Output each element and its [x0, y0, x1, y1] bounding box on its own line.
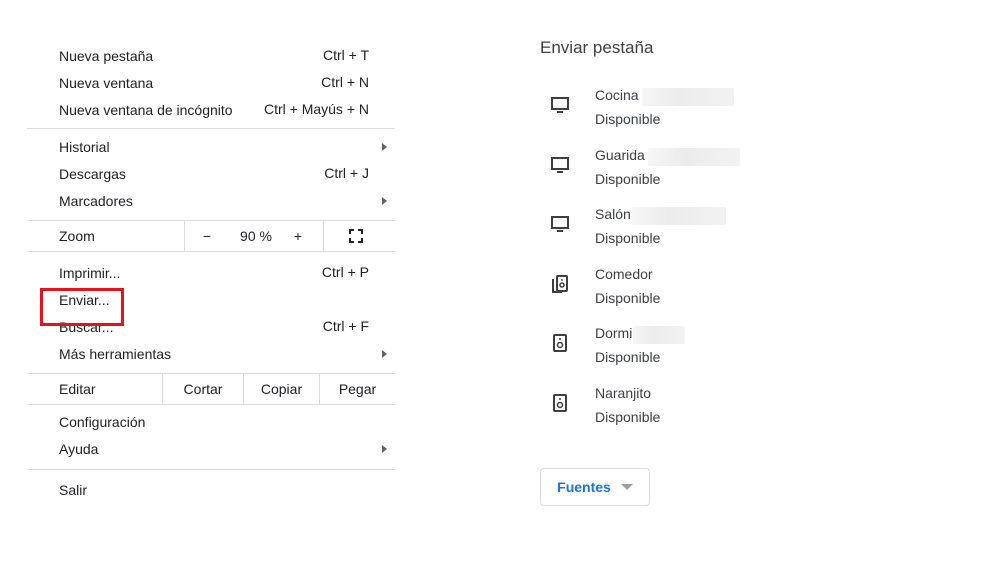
device-name: Dormi	[595, 325, 633, 342]
zoom-in-button[interactable]: +	[288, 221, 308, 251]
device-name: Naranjito	[595, 384, 652, 401]
speaker-icon	[553, 334, 567, 353]
sources-button-label: Fuentes	[557, 479, 611, 495]
menu-item-label: Enviar...	[59, 291, 110, 308]
menu-item-settings[interactable]: Configuración	[27, 408, 395, 435]
menu-item-new-tab[interactable]: Nueva pestaña Ctrl + T	[27, 42, 395, 69]
zoom-row: Zoom − 90 % +	[27, 221, 395, 251]
menu-item-label: Más herramientas	[59, 345, 172, 362]
cast-panel: Enviar pestaña Cocina Disponible Guarida…	[540, 30, 820, 443]
menu-item-downloads[interactable]: Descargas Ctrl + J	[27, 160, 395, 187]
speaker-icon	[553, 393, 567, 412]
device-status: Disponible	[595, 170, 661, 187]
cast-device-naranjito[interactable]: Naranjito Disponible	[540, 383, 820, 443]
menu-item-label: Configuración	[59, 413, 146, 430]
menu-item-help[interactable]: Ayuda	[27, 435, 395, 462]
cast-device-cocina[interactable]: Cocina Disponible	[540, 85, 820, 145]
submenu-arrow-icon	[382, 445, 387, 453]
cast-device-salon[interactable]: Salón Disponible	[540, 204, 820, 264]
submenu-arrow-icon	[382, 143, 387, 151]
menu-item-new-window[interactable]: Nueva ventana Ctrl + N	[27, 69, 395, 96]
menu-item-label: Nueva ventana	[59, 74, 154, 91]
cast-device-comedor[interactable]: Comedor Disponible	[540, 264, 820, 324]
menu-item-history[interactable]: Historial	[27, 133, 395, 160]
menu-item-label: Salir	[59, 481, 88, 498]
device-status: Disponible	[595, 408, 661, 425]
redacted-name-blur	[632, 207, 726, 226]
device-status: Disponible	[595, 111, 661, 127]
device-name: Guarida	[595, 146, 645, 163]
zoom-divider	[323, 221, 324, 251]
chrome-menu: Nueva pestaña Ctrl + T Nueva ventana Ctr…	[27, 42, 395, 503]
device-name: Comedor	[595, 265, 653, 282]
redacted-name-blur	[648, 147, 740, 166]
sources-button[interactable]: Fuentes	[540, 468, 650, 506]
menu-item-label: Nueva pestaña	[59, 47, 154, 64]
menu-item-exit[interactable]: Salir	[27, 476, 395, 503]
menu-shortcut: Ctrl + J	[324, 165, 369, 181]
zoom-out-button[interactable]: −	[197, 221, 217, 251]
menu-item-bookmarks[interactable]: Marcadores	[27, 187, 395, 214]
menu-item-label: Nueva ventana de incógnito	[59, 101, 233, 118]
copy-button[interactable]: Copiar	[244, 374, 319, 404]
zoom-divider	[184, 221, 185, 251]
menu-item-incognito[interactable]: Nueva ventana de incógnito Ctrl + Mayús …	[27, 96, 395, 123]
cast-panel-title: Enviar pestaña	[540, 38, 654, 57]
paste-button[interactable]: Pegar	[320, 374, 395, 404]
redacted-name-blur	[642, 88, 734, 106]
menu-shortcut: Ctrl + F	[322, 318, 369, 334]
menu-item-label: Descargas	[59, 165, 126, 182]
menu-shortcut: Ctrl + Mayús + N	[263, 101, 369, 117]
menu-item-label: Ayuda	[59, 440, 99, 457]
menu-shortcut: Ctrl + N	[321, 74, 369, 90]
cast-device-guarida[interactable]: Guarida Disponible	[540, 145, 820, 205]
menu-item-label: Imprimir...	[59, 264, 121, 281]
menu-item-print[interactable]: Imprimir... Ctrl + P	[27, 259, 395, 286]
device-name: Cocina	[595, 87, 639, 103]
menu-item-label: Historial	[59, 138, 110, 155]
redacted-name-blur	[633, 326, 685, 345]
chevron-down-icon	[620, 484, 633, 490]
zoom-level: 90 %	[240, 228, 272, 244]
menu-item-more-tools[interactable]: Más herramientas	[27, 340, 395, 367]
monitor-icon	[551, 97, 569, 113]
monitor-icon	[551, 216, 569, 233]
menu-item-label: Buscar...	[59, 318, 114, 335]
speaker-group-icon	[552, 274, 568, 293]
edit-label: Editar	[59, 381, 96, 397]
menu-shortcut: Ctrl + T	[322, 47, 369, 63]
menu-item-find[interactable]: Buscar... Ctrl + F	[27, 313, 395, 340]
device-status: Disponible	[595, 349, 661, 366]
cut-button[interactable]: Cortar	[163, 374, 243, 404]
menu-shortcut: Ctrl + P	[321, 264, 369, 280]
monitor-icon	[551, 156, 569, 173]
device-status: Disponible	[595, 230, 661, 247]
cast-device-dormi[interactable]: Dormi Disponible	[540, 323, 820, 383]
menu-item-label: Marcadores	[59, 192, 133, 209]
submenu-arrow-icon	[382, 197, 387, 205]
fullscreen-icon[interactable]	[349, 229, 363, 243]
menu-item-cast[interactable]: Enviar...	[27, 286, 395, 313]
zoom-label: Zoom	[59, 228, 95, 244]
submenu-arrow-icon	[382, 350, 387, 358]
device-status: Disponible	[595, 289, 661, 306]
edit-row: Editar Cortar Copiar Pegar	[27, 374, 395, 404]
device-name: Salón	[595, 206, 631, 223]
